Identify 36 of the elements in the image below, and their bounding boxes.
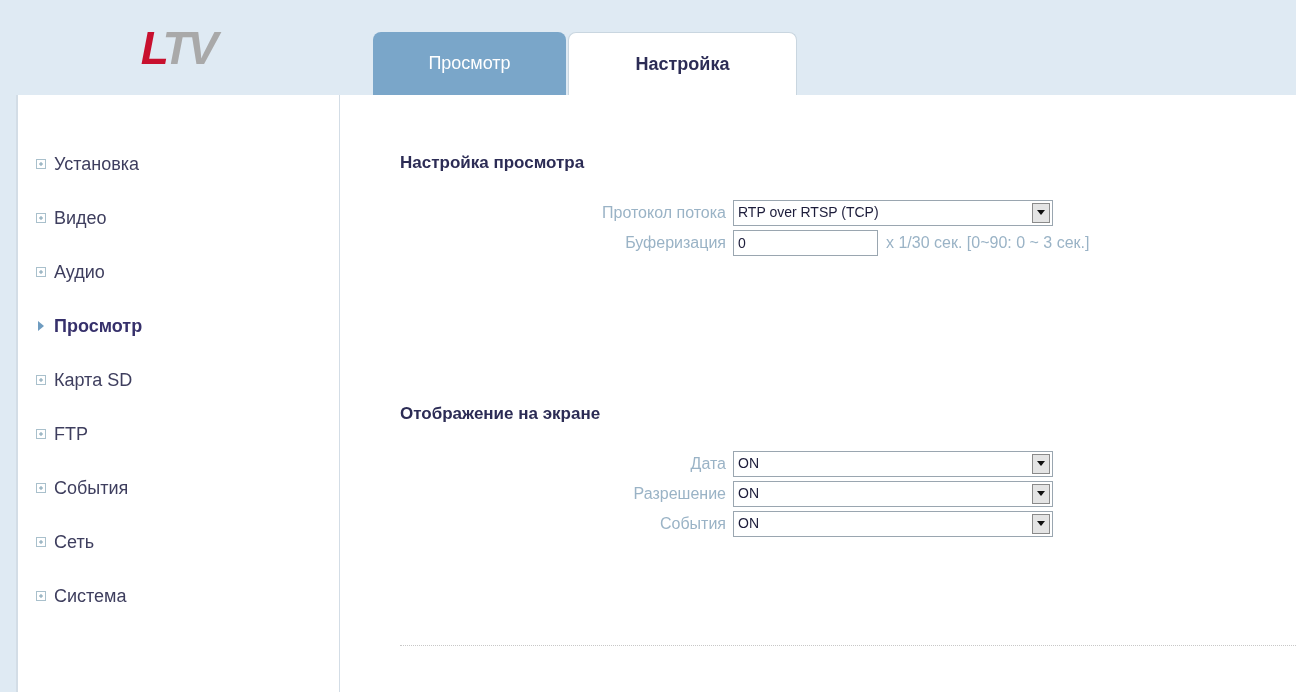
dropdown[interactable]: ON: [733, 480, 1053, 507]
expand-icon: [36, 537, 46, 547]
caret-icon: [1032, 202, 1050, 223]
sidebar-item[interactable]: События: [36, 476, 339, 500]
caret-icon: [1032, 453, 1050, 474]
caret-icon: [1032, 513, 1050, 534]
field-label: Дата: [689, 453, 727, 474]
sidebar-item[interactable]: Аудио: [36, 260, 339, 284]
expand-icon: [36, 483, 46, 493]
dropdown[interactable]: ON: [733, 510, 1053, 537]
expand-icon: [36, 429, 46, 439]
sidebar-item[interactable]: Карта SD: [36, 368, 339, 392]
field-label: Разрешение: [632, 483, 727, 504]
field-hint: x 1/30 сек. [0~90: 0 ~ 3 сек.]: [886, 232, 1090, 253]
sidebar-item[interactable]: Видео: [36, 206, 339, 230]
field-label: События: [658, 513, 727, 534]
sidebar-item[interactable]: Система: [36, 584, 339, 608]
triangle-icon: [36, 320, 46, 332]
dropdown[interactable]: RTP over RTSP (TCP): [733, 199, 1053, 226]
expand-icon: [36, 159, 46, 169]
expand-icon: [36, 213, 46, 223]
tab[interactable]: Настройка: [568, 32, 797, 95]
field-label: Буферизация: [624, 232, 727, 253]
input-field[interactable]: 0: [733, 229, 878, 256]
caret-icon: [1032, 483, 1050, 504]
section-title: Настройка просмотра: [400, 152, 586, 172]
sidebar-item[interactable]: Просмотр: [36, 314, 339, 338]
dropdown[interactable]: ON: [733, 450, 1053, 477]
sidebar-item[interactable]: Сеть: [36, 530, 339, 554]
field-label: Протокол потока: [601, 202, 727, 223]
expand-icon: [36, 591, 46, 601]
sidebar-item[interactable]: FTP: [36, 422, 339, 446]
sidebar-item[interactable]: Установка: [36, 152, 339, 176]
section-title: Отображение на экране: [400, 403, 602, 423]
expand-icon: [36, 267, 46, 277]
expand-icon: [36, 375, 46, 385]
